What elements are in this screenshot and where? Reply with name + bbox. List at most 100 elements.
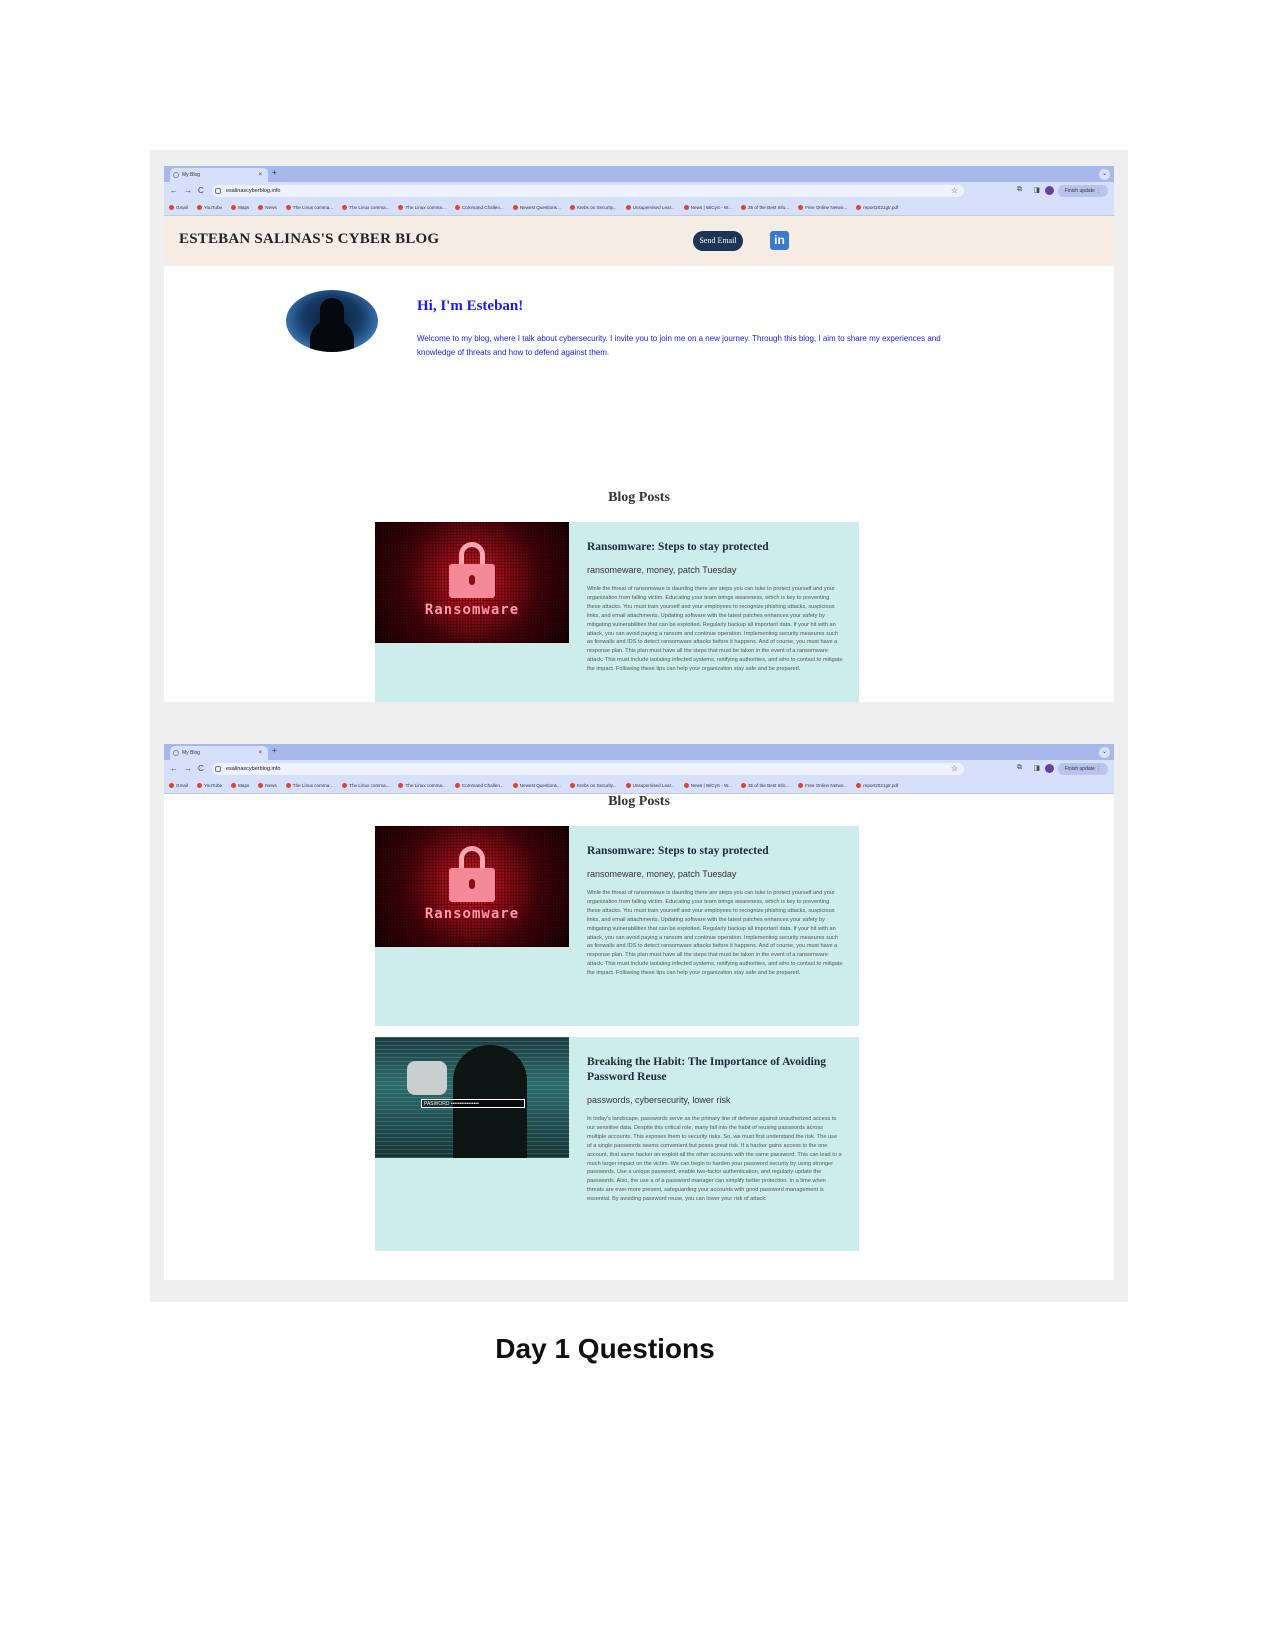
- post-body: While the threat of ransomware is daunti…: [587, 890, 843, 977]
- globe-icon: [173, 172, 179, 178]
- profile-image: [286, 290, 378, 352]
- new-tab-button[interactable]: +: [272, 168, 277, 177]
- bookmark-item[interactable]: Krebs on Security...: [569, 783, 617, 788]
- bookmark-item[interactable]: report2021gtr.pdf: [856, 783, 898, 788]
- sidepanel-icon[interactable]: ◨: [1033, 764, 1040, 772]
- url-field[interactable]: esalinascyberblog.info ☆: [212, 185, 964, 197]
- finish-update-button[interactable]: Finish update ⋮: [1058, 763, 1108, 775]
- page-caption: Day 1 Questions: [495, 1333, 715, 1364]
- bookmark-item[interactable]: News: [258, 205, 277, 210]
- chevron-down-icon[interactable]: ⌄: [1099, 747, 1110, 758]
- new-tab-button[interactable]: +: [272, 746, 277, 755]
- url-field[interactable]: esalinascyberblog.info ☆: [212, 763, 964, 775]
- extensions-icon[interactable]: ⧉: [1017, 764, 1022, 772]
- url-text: esalinascyberblog.info: [226, 188, 281, 194]
- blog-post-card[interactable]: PASWORD •••••••••••••••• Breaking the Ha…: [375, 1037, 859, 1251]
- bookmark-item[interactable]: Command Challen...: [454, 783, 504, 788]
- intro-text: Welcome to my blog, where I talk about c…: [417, 334, 941, 357]
- tab-bar: My Blog × + ⌄: [164, 166, 1114, 182]
- lock-icon: [449, 542, 495, 598]
- bookmark-item[interactable]: The Linux comma...: [342, 783, 389, 788]
- tab-my-blog[interactable]: My Blog ×: [170, 746, 268, 760]
- blog-posts-heading: Blog Posts: [608, 490, 670, 505]
- globe-icon: [173, 750, 179, 756]
- bookmark-item[interactable]: The Linux comma...: [285, 783, 333, 788]
- password-hacker-image: PASWORD ••••••••••••••••: [375, 1037, 569, 1158]
- bookmark-item[interactable]: The Linux comma...: [342, 205, 389, 210]
- sidepanel-icon[interactable]: ◨: [1033, 186, 1040, 194]
- browser-screenshot-1: My Blog × + ⌄ ← → C esalinascyberblog.in…: [164, 166, 1114, 702]
- profile-avatar[interactable]: [1045, 186, 1054, 195]
- post-title[interactable]: Ransomware: Steps to stay protected: [587, 540, 847, 555]
- bookmark-item[interactable]: Maps: [231, 205, 249, 210]
- address-bar: ← → C esalinascyberblog.info ☆ ⧉ ◨ Finis…: [164, 182, 1114, 200]
- tab-title: My Blog: [182, 750, 201, 756]
- send-email-button[interactable]: Send Email: [693, 231, 743, 251]
- blog-posts-heading: Blog Posts: [608, 794, 670, 809]
- finish-update-button[interactable]: Finish update ⋮: [1058, 185, 1108, 197]
- bookmark-item[interactable]: 35 of the Best Info...: [740, 205, 789, 210]
- bookmark-item[interactable]: Gmail: [169, 205, 188, 210]
- star-icon[interactable]: ☆: [951, 185, 958, 197]
- blog-title: ESTEBAN SALINAS'S CYBER BLOG: [179, 231, 440, 247]
- extensions-icon[interactable]: ⧉: [1017, 186, 1022, 194]
- bookmark-item[interactable]: Gmail: [169, 783, 188, 788]
- star-icon[interactable]: ☆: [951, 763, 958, 775]
- bookmark-item[interactable]: The Linux comma...: [398, 783, 446, 788]
- blog-post-card[interactable]: Ransomware Ransomware: Steps to stay pro…: [375, 522, 859, 702]
- bookmark-item[interactable]: Newest Questions...: [512, 783, 561, 788]
- url-text: esalinascyberblog.info: [226, 766, 281, 772]
- post-tags: ransomeware, money, patch Tuesday: [587, 869, 737, 879]
- post-title[interactable]: Ransomware: Steps to stay protected: [587, 844, 847, 859]
- tab-title: My Blog: [182, 172, 201, 178]
- bookmark-item[interactable]: report2021gtr.pdf: [856, 205, 898, 210]
- bookmark-item[interactable]: Free Online Netwo...: [798, 783, 847, 788]
- bookmark-item[interactable]: News: [258, 783, 277, 788]
- site-info-icon[interactable]: [215, 188, 221, 194]
- lock-icon: [449, 846, 495, 902]
- profile-avatar[interactable]: [1045, 764, 1054, 773]
- post-title[interactable]: Breaking the Habit: The Importance of Av…: [587, 1055, 847, 1085]
- greeting-heading: Hi, I'm Esteban!: [417, 298, 524, 314]
- post-tags: ransomeware, money, patch Tuesday: [587, 565, 737, 575]
- linkedin-icon[interactable]: in: [770, 231, 789, 250]
- back-button[interactable]: ←: [170, 764, 178, 773]
- bookmark-item[interactable]: Free Online Netwo...: [798, 205, 847, 210]
- site-info-icon[interactable]: [215, 766, 221, 772]
- bookmark-item[interactable]: The Linux comma...: [398, 205, 446, 210]
- bookmark-item[interactable]: Newest Questions...: [512, 205, 561, 210]
- forward-button[interactable]: →: [184, 186, 192, 195]
- post-body: While the threat of ransomware is daunti…: [587, 586, 843, 673]
- close-icon[interactable]: ×: [258, 168, 262, 182]
- address-bar: ← → C esalinascyberblog.info ☆ ⧉ ◨ Finis…: [164, 760, 1114, 778]
- chevron-down-icon[interactable]: ⌄: [1099, 169, 1110, 180]
- tab-my-blog[interactable]: My Blog ×: [170, 168, 268, 182]
- bookmark-item[interactable]: Command Challen...: [454, 205, 504, 210]
- bookmark-item[interactable]: YouTube: [197, 205, 222, 210]
- reload-button[interactable]: C: [198, 186, 204, 195]
- reload-button[interactable]: C: [198, 764, 204, 773]
- close-icon[interactable]: ×: [258, 746, 262, 760]
- back-button[interactable]: ←: [170, 186, 178, 195]
- bookmark-item[interactable]: 35 of the Best Info...: [740, 783, 789, 788]
- screenshot-frame: My Blog × + ⌄ ← → C esalinascyberblog.in…: [150, 150, 1128, 1302]
- bookmark-item[interactable]: Krebs on Security...: [569, 205, 617, 210]
- bookmark-item[interactable]: Maps: [231, 783, 249, 788]
- forward-button[interactable]: →: [184, 764, 192, 773]
- blog-post-card[interactable]: Ransomware Ransomware: Steps to stay pro…: [375, 826, 859, 1026]
- bookmark-item[interactable]: News | WiCyS - W...: [683, 205, 732, 210]
- bookmark-item[interactable]: Unsupervised Lear...: [625, 205, 675, 210]
- ransomware-image: Ransomware: [375, 826, 569, 947]
- blog-header: ESTEBAN SALINAS'S CYBER BLOG Send Email …: [164, 216, 1114, 266]
- bookmarks-bar: Gmail YouTube Maps News The Linux comma.…: [164, 778, 1114, 794]
- bookmark-item[interactable]: The Linux comma...: [285, 205, 333, 210]
- post-tags: passwords, cybersecurity, lower risk: [587, 1095, 731, 1105]
- ransomware-image: Ransomware: [375, 522, 569, 643]
- bookmarks-bar: Gmail YouTube Maps News The Linux comma.…: [164, 200, 1114, 216]
- bookmark-item[interactable]: Unsupervised Lear...: [625, 783, 675, 788]
- post-body: In today's landscape, passwords serve as…: [587, 1116, 842, 1203]
- bookmark-item[interactable]: News | WiCyS - W...: [683, 783, 732, 788]
- browser-screenshot-2: My Blog × + ⌄ ← → C esalinascyberblog.in…: [164, 744, 1114, 1280]
- tab-bar: My Blog × + ⌄: [164, 744, 1114, 760]
- bookmark-item[interactable]: YouTube: [197, 783, 222, 788]
